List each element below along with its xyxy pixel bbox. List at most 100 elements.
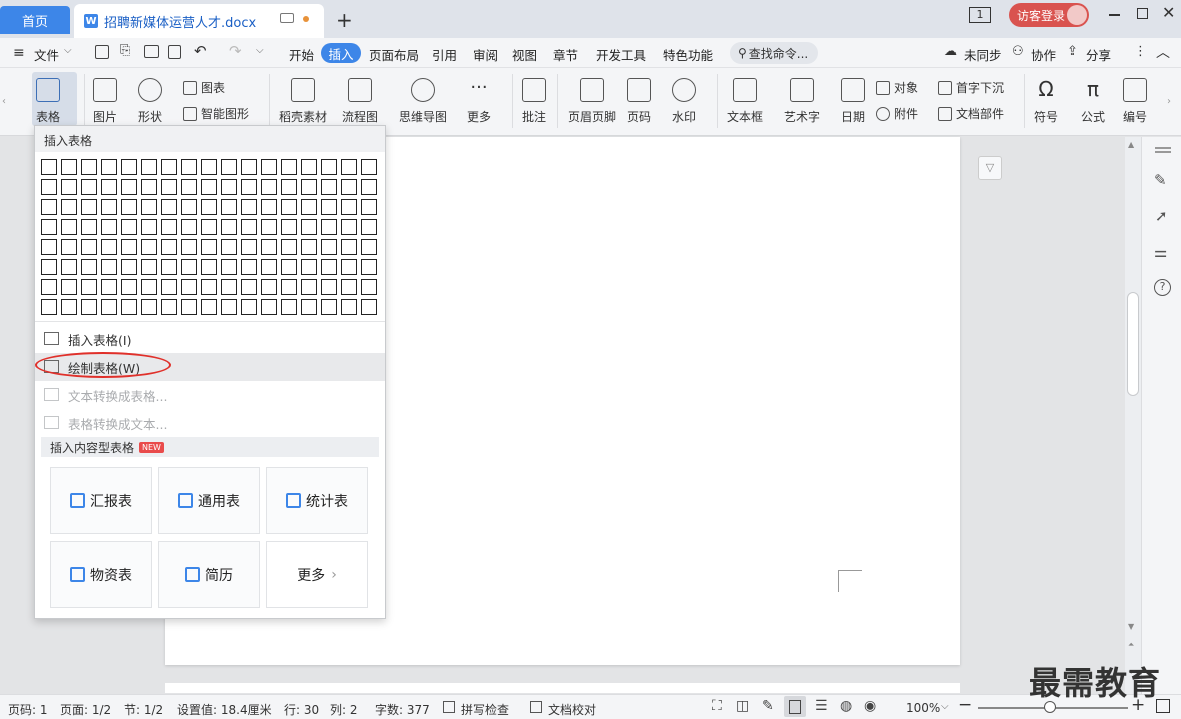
grid-cell[interactable] — [221, 159, 237, 175]
grid-cell[interactable] — [41, 179, 57, 195]
grid-cell[interactable] — [261, 179, 277, 195]
tab-developer[interactable]: 开发工具 — [596, 45, 646, 64]
grid-cell[interactable] — [101, 299, 117, 315]
grid-cell[interactable] — [121, 239, 137, 255]
grid-cell[interactable] — [221, 259, 237, 275]
print-preview-icon[interactable] — [168, 45, 181, 59]
watermark-button[interactable]: 水印 — [672, 78, 696, 125]
scroll-up-icon[interactable]: ▲ — [1128, 140, 1134, 149]
grid-cell[interactable] — [61, 199, 77, 215]
grid-cell[interactable] — [41, 299, 57, 315]
scroll-down-icon[interactable]: ▼ — [1128, 622, 1134, 631]
grid-cell[interactable] — [181, 159, 197, 175]
grid-cell[interactable] — [181, 299, 197, 315]
grid-cell[interactable] — [341, 239, 357, 255]
command-search[interactable]: ⚲ 查找命令... — [730, 42, 818, 64]
grid-cell[interactable] — [121, 219, 137, 235]
grid-cell[interactable] — [261, 199, 277, 215]
grid-cell[interactable] — [61, 279, 77, 295]
grid-cell[interactable] — [161, 219, 177, 235]
grid-cell[interactable] — [261, 259, 277, 275]
edit-mode-icon[interactable]: ✎ — [762, 698, 774, 714]
maximize-icon[interactable] — [1137, 8, 1148, 19]
zoom-dropdown-icon[interactable]: ⌵ — [941, 701, 949, 712]
grid-cell[interactable] — [361, 299, 377, 315]
ribbon-scroll-left-icon[interactable]: ‹ — [2, 96, 6, 107]
shape-button[interactable]: 形状 — [138, 78, 162, 125]
document-tab[interactable]: W 招聘新媒体运营人才.docx — [74, 4, 324, 38]
grid-cell[interactable] — [161, 179, 177, 195]
grid-cell[interactable] — [201, 159, 217, 175]
grid-cell[interactable] — [221, 279, 237, 295]
grid-cell[interactable] — [181, 199, 197, 215]
scrollbar-thumb[interactable] — [1127, 292, 1139, 396]
grid-cell[interactable] — [201, 259, 217, 275]
grid-cell[interactable] — [161, 159, 177, 175]
grid-cell[interactable] — [321, 259, 337, 275]
grid-cell[interactable] — [261, 279, 277, 295]
sync-status[interactable]: 未同步 — [964, 45, 1002, 64]
grid-cell[interactable] — [361, 199, 377, 215]
grid-cell[interactable] — [161, 259, 177, 275]
grid-cell[interactable] — [241, 159, 257, 175]
page-count[interactable]: 页面: 1/2 — [60, 701, 111, 718]
grid-cell[interactable] — [321, 299, 337, 315]
grid-cell[interactable] — [121, 199, 137, 215]
grid-cell[interactable] — [181, 219, 197, 235]
general-table-card[interactable]: 通用表 — [158, 467, 260, 534]
stats-table-card[interactable]: 统计表 — [266, 467, 368, 534]
more-button[interactable]: ··· 更多 — [467, 78, 491, 125]
grid-cell[interactable] — [281, 199, 297, 215]
outline-view-icon[interactable]: ☰ — [815, 698, 828, 714]
grid-cell[interactable] — [101, 239, 117, 255]
grid-cell[interactable] — [201, 179, 217, 195]
tab-page-layout[interactable]: 页面布局 — [369, 45, 419, 64]
grid-cell[interactable] — [161, 279, 177, 295]
grid-cell[interactable] — [81, 239, 97, 255]
grid-cell[interactable] — [341, 219, 357, 235]
grid-cell[interactable] — [101, 179, 117, 195]
grid-cell[interactable] — [361, 179, 377, 195]
grid-cell[interactable] — [201, 279, 217, 295]
wordart-button[interactable]: 艺术字 — [784, 78, 820, 125]
quick-access-more-icon[interactable]: ⌵ — [256, 45, 264, 56]
attachment-button[interactable]: 附件 — [876, 105, 918, 122]
grid-cell[interactable] — [221, 299, 237, 315]
grid-cell[interactable] — [261, 219, 277, 235]
grid-cell[interactable] — [341, 179, 357, 195]
grid-cell[interactable] — [121, 179, 137, 195]
grid-cell[interactable] — [81, 159, 97, 175]
grid-cell[interactable] — [41, 259, 57, 275]
zoom-level[interactable]: 100% — [906, 701, 940, 715]
ribbon-scroll-right-icon[interactable]: › — [1167, 96, 1171, 107]
pen-icon[interactable]: ✎ — [1154, 171, 1167, 189]
grid-cell[interactable] — [221, 239, 237, 255]
grid-cell[interactable] — [321, 199, 337, 215]
grid-cell[interactable] — [201, 239, 217, 255]
grid-cell[interactable] — [341, 199, 357, 215]
grid-cell[interactable] — [321, 219, 337, 235]
collapse-ribbon-icon[interactable]: ︿ — [1156, 42, 1170, 62]
grid-cell[interactable] — [241, 299, 257, 315]
prev-page-icon[interactable]: ⏶ — [1128, 640, 1134, 650]
grid-cell[interactable] — [141, 239, 157, 255]
home-tab[interactable]: 首页 — [0, 6, 70, 34]
grid-cell[interactable] — [81, 299, 97, 315]
grid-cell[interactable] — [121, 299, 137, 315]
grid-cell[interactable] — [241, 279, 257, 295]
grid-cell[interactable] — [261, 299, 277, 315]
eye-protect-icon[interactable]: ◉ — [864, 698, 876, 714]
tab-insert[interactable]: 插入 — [321, 43, 361, 63]
save-icon[interactable] — [95, 45, 109, 59]
insert-table-item[interactable]: 插入表格(I) — [35, 325, 385, 353]
grid-cell[interactable] — [241, 219, 257, 235]
grid-cell[interactable] — [341, 259, 357, 275]
grid-cell[interactable] — [141, 179, 157, 195]
chevron-down-icon[interactable]: ⌵ — [64, 45, 72, 56]
guest-login-button[interactable]: 访客登录 — [1009, 3, 1089, 27]
grid-cell[interactable] — [321, 239, 337, 255]
grid-cell[interactable] — [141, 279, 157, 295]
grid-cell[interactable] — [141, 219, 157, 235]
close-icon[interactable]: ✕ — [1162, 3, 1175, 22]
report-table-card[interactable]: 汇报表 — [50, 467, 152, 534]
